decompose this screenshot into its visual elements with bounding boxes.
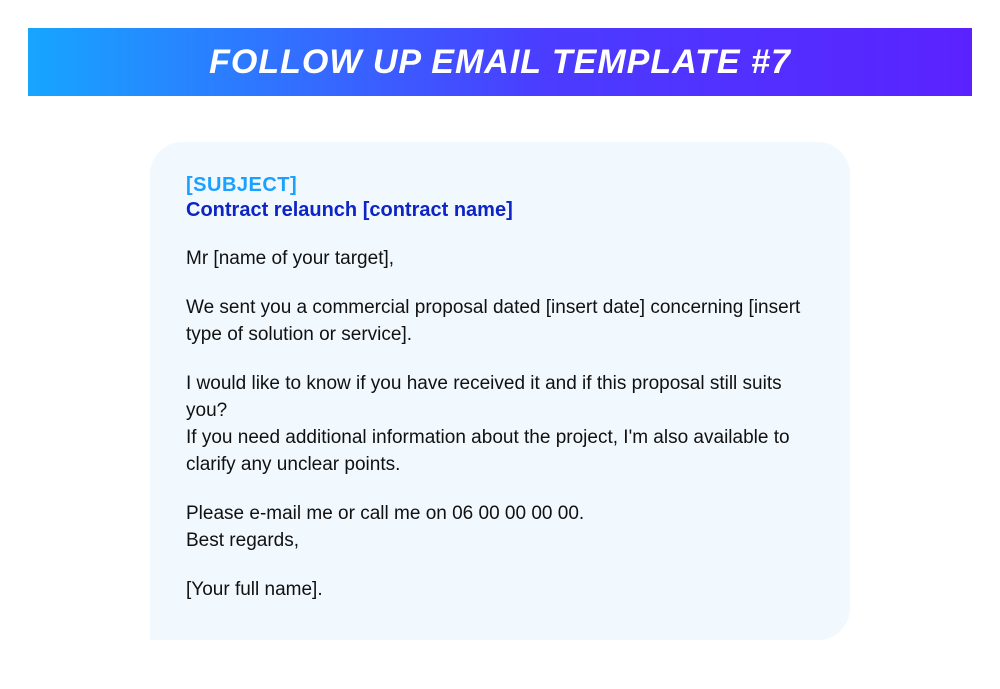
paragraph-3b: Best regards, bbox=[186, 528, 814, 555]
email-template-card: [SUBJECT] Contract relaunch [contract na… bbox=[150, 142, 850, 640]
paragraph-2b: If you need additional information about… bbox=[186, 425, 814, 479]
salutation: Mr [name of your target], bbox=[186, 246, 814, 273]
subject-label: [SUBJECT] bbox=[186, 174, 814, 197]
email-body: Mr [name of your target], We sent you a … bbox=[186, 246, 814, 604]
paragraph-2a: I would like to know if you have receive… bbox=[186, 371, 814, 425]
paragraph-3a: Please e-mail me or call me on 06 00 00 … bbox=[186, 501, 814, 528]
header-banner: FOLLOW UP EMAIL TEMPLATE #7 bbox=[28, 28, 972, 96]
signoff: [Your full name]. bbox=[186, 577, 814, 604]
subject-line: Contract relaunch [contract name] bbox=[186, 199, 814, 222]
header-title: FOLLOW UP EMAIL TEMPLATE #7 bbox=[209, 43, 791, 82]
paragraph-1: We sent you a commercial proposal dated … bbox=[186, 295, 814, 349]
